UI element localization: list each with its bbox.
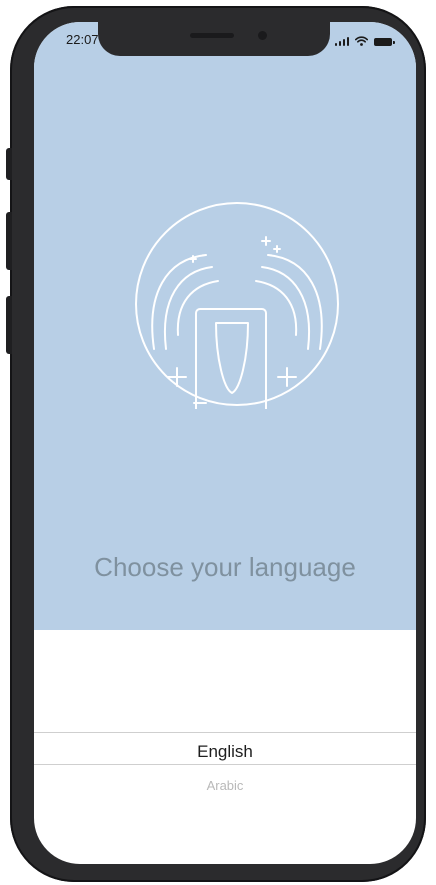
wifi-icon (355, 36, 368, 46)
speaker-grille (190, 33, 234, 38)
language-option-english[interactable]: English (34, 742, 416, 762)
volume-up-button (6, 212, 12, 270)
signal-icon (334, 37, 349, 46)
battery-icon (374, 38, 395, 46)
device-notch (98, 22, 330, 56)
picker-top-divider (34, 732, 416, 733)
fountain-logo-icon (135, 202, 339, 409)
status-icons (334, 36, 395, 46)
picker-bottom-divider (34, 764, 416, 765)
choose-language-title: Choose your language (94, 552, 356, 582)
app-screen: 22:07 Choose your language English Arabi… (34, 22, 416, 864)
language-option-arabic[interactable]: Arabic (34, 778, 416, 793)
hero-banner: 22:07 Choose your language (34, 22, 416, 630)
volume-down-button (6, 296, 12, 354)
device-stage: 22:07 Choose your language English Arabi… (0, 0, 436, 885)
front-camera (258, 31, 267, 40)
status-time: 22:07 (66, 32, 99, 47)
mute-switch (6, 148, 12, 180)
